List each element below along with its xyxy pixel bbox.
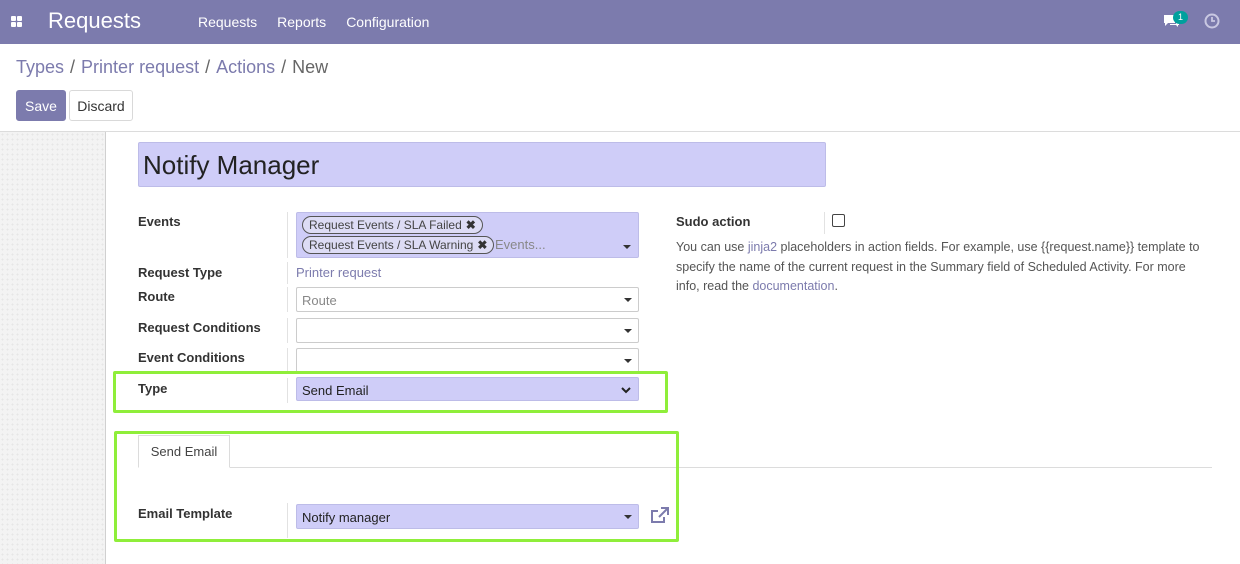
chevron-down-icon[interactable] <box>624 329 632 333</box>
breadcrumb-separator: / <box>70 57 76 77</box>
chat-badge: 1 <box>1173 11 1189 24</box>
notebook-tab-line <box>138 467 1212 468</box>
remove-tag-icon[interactable]: ✖ <box>477 238 487 252</box>
event-tag: Request Events / SLA Failed ✖ <box>302 216 483 234</box>
app-brand[interactable]: Requests <box>48 8 141 34</box>
event-tag-label: Request Events / SLA Failed <box>309 218 462 232</box>
tab-send-email[interactable]: Send Email <box>138 435 230 468</box>
chevron-down-icon[interactable] <box>623 245 631 249</box>
help-text: You can use jinja2 placeholders in actio… <box>676 238 1211 297</box>
chevron-down-icon[interactable] <box>624 515 632 519</box>
request-type-value[interactable]: Printer request <box>296 265 381 280</box>
breadcrumb: Types / Printer request / Actions / New <box>16 57 328 78</box>
menu-item-configuration[interactable]: Configuration <box>336 14 439 30</box>
breadcrumb-current: New <box>292 57 329 77</box>
breadcrumb-actions[interactable]: Actions <box>216 57 275 78</box>
field-divider <box>287 262 288 284</box>
save-button[interactable]: Save <box>16 90 66 121</box>
field-divider <box>287 212 288 258</box>
field-divider <box>824 212 825 234</box>
sudo-action-label: Sudo action <box>676 214 751 229</box>
help-text-part: . <box>834 279 838 293</box>
breadcrumb-separator: / <box>205 57 211 77</box>
apps-menu-icon[interactable] <box>11 16 22 27</box>
route-select[interactable]: Route <box>296 287 639 312</box>
request-conditions-select[interactable] <box>296 318 639 343</box>
event-conditions-select[interactable] <box>296 348 639 373</box>
help-text-part: You can use <box>676 240 748 254</box>
event-tag: Request Events / SLA Warning ✖ <box>302 236 495 254</box>
external-link-icon[interactable] <box>649 506 670 525</box>
menu-item-requests[interactable]: Requests <box>188 14 267 30</box>
events-placeholder[interactable]: Events... <box>495 237 546 252</box>
documentation-link[interactable]: documentation <box>752 279 834 293</box>
events-label: Events <box>138 214 181 229</box>
chevron-down-icon[interactable] <box>620 384 632 396</box>
breadcrumb-types[interactable]: Types <box>16 57 64 78</box>
email-template-select[interactable]: Notify manager <box>296 504 639 529</box>
type-label: Type <box>138 381 168 396</box>
sheet-border <box>105 132 106 564</box>
type-value: Send Email <box>302 383 369 398</box>
request-type-label: Request Type <box>138 265 223 280</box>
field-divider <box>287 503 288 538</box>
field-divider <box>287 348 288 373</box>
remove-tag-icon[interactable]: ✖ <box>466 218 476 232</box>
activity-clock-icon[interactable] <box>1204 13 1220 29</box>
action-name-input[interactable]: Notify Manager <box>138 142 826 187</box>
event-tag-label: Request Events / SLA Warning <box>309 238 474 252</box>
field-divider <box>287 318 288 343</box>
type-select[interactable]: Send Email <box>296 377 639 401</box>
top-navbar: Requests Requests Reports Configuration … <box>0 0 1240 44</box>
control-panel-divider <box>0 131 1240 132</box>
sudo-action-checkbox[interactable] <box>832 214 845 227</box>
breadcrumb-separator: / <box>281 57 287 77</box>
menu-item-reports[interactable]: Reports <box>267 14 336 30</box>
route-placeholder: Route <box>302 293 337 308</box>
jinja2-link[interactable]: jinja2 <box>748 240 777 254</box>
event-conditions-label: Event Conditions <box>138 350 245 365</box>
chevron-down-icon[interactable] <box>624 298 632 302</box>
email-template-label: Email Template <box>138 506 233 521</box>
chevron-down-icon[interactable] <box>624 359 632 363</box>
field-divider <box>287 378 288 403</box>
events-field[interactable]: Request Events / SLA Failed ✖ Request Eve… <box>296 212 639 258</box>
discard-button[interactable]: Discard <box>69 90 133 121</box>
field-divider <box>287 287 288 312</box>
form-background <box>0 132 105 564</box>
main-menu: Requests Reports Configuration <box>188 0 439 44</box>
breadcrumb-printer-request[interactable]: Printer request <box>81 57 199 78</box>
route-label: Route <box>138 289 175 304</box>
request-conditions-label: Request Conditions <box>138 320 261 335</box>
email-template-value: Notify manager <box>302 510 391 525</box>
